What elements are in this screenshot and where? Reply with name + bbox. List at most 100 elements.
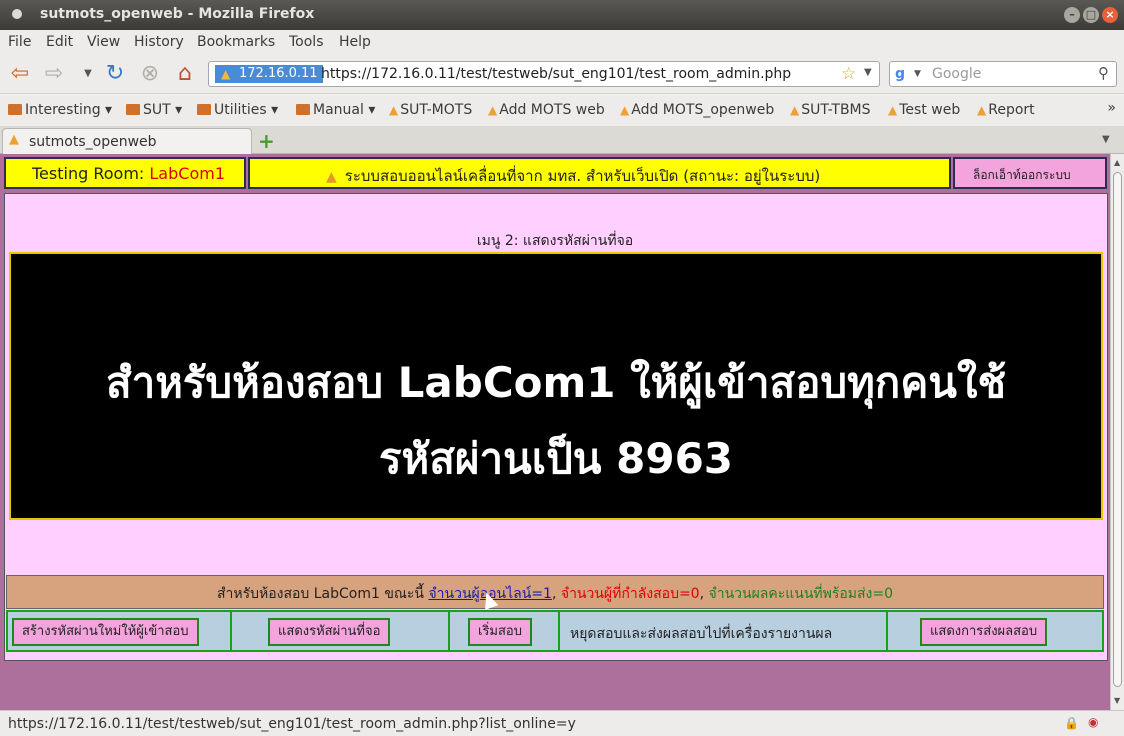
bookmark-label: Add MOTS_openweb: [631, 102, 775, 118]
bookmark-sut-mots[interactable]: ▲ SUT-MOTS: [389, 102, 472, 118]
menu-file[interactable]: File: [8, 34, 31, 50]
lamp-icon: ▲: [389, 103, 399, 117]
search-input[interactable]: Google: [932, 66, 981, 82]
stop-icon[interactable]: ⊗: [138, 62, 162, 86]
status-prefix: สำหรับห้องสอบ LabCom1 ขณะนี้: [216, 586, 429, 602]
bookmarks-toolbar: Interesting ▾ SUT ▾ Utilities ▾ Manual ▾…: [0, 96, 1124, 124]
vertical-scrollbar[interactable]: ▲ ▼: [1110, 154, 1124, 710]
logout-button[interactable]: ล็อกเอ็าท์ออกระบบ: [973, 166, 1071, 185]
bookmark-folder-manual[interactable]: Manual ▾: [296, 102, 375, 118]
folder-icon: [296, 104, 310, 115]
bookmark-folder-interesting[interactable]: Interesting ▾: [8, 102, 112, 118]
addon-icon[interactable]: ◉: [1088, 715, 1098, 729]
scroll-up-icon[interactable]: ▲: [1114, 158, 1120, 167]
bookmark-label: Test web: [899, 102, 961, 118]
back-icon[interactable]: ⇦: [8, 62, 32, 86]
room-name: LabCom1: [149, 164, 225, 183]
tab-bar: ▲ sutmots_openweb + ▼: [0, 126, 1124, 154]
action-cell: หยุดสอบและส่งผลสอบไปที่เครื่องรายงานผล: [560, 612, 888, 650]
url-dropdown-icon[interactable]: ▼: [864, 67, 872, 78]
action-cell: แสดงการส่งผลสอบ: [888, 612, 1102, 650]
stop-test-label: หยุดสอบและส่งผลสอบไปที่เครื่องรายงานผล: [570, 626, 833, 642]
tab-list-icon[interactable]: ▼: [1102, 134, 1110, 145]
window-menu-icon[interactable]: [12, 9, 22, 19]
bookmark-label: Utilities: [214, 102, 267, 118]
menu-bookmarks[interactable]: Bookmarks: [197, 34, 275, 50]
bookmark-add-mots-web[interactable]: ▲ Add MOTS web: [488, 102, 605, 118]
tab-sutmots-openweb[interactable]: ▲ sutmots_openweb: [2, 128, 252, 154]
folder-icon: [8, 104, 22, 115]
bookmark-label: SUT: [143, 102, 171, 118]
bookmark-label: Manual: [313, 102, 364, 118]
action-cell: สร้างรหัสผ่านใหม่ให้ผู้เข้าสอบ: [8, 612, 232, 650]
maximize-icon[interactable]: □: [1083, 7, 1099, 23]
history-dropdown-icon[interactable]: ▼: [76, 62, 100, 86]
tab-label: sutmots_openweb: [29, 134, 157, 150]
home-icon[interactable]: ⌂: [173, 62, 197, 86]
scroll-down-icon[interactable]: ▼: [1114, 696, 1120, 705]
status-separator: ,: [699, 586, 709, 602]
bookmark-folder-utilities[interactable]: Utilities ▾: [197, 102, 278, 118]
lamp-icon: ▲: [977, 103, 987, 117]
site-identity-badge[interactable]: 172.16.0.11: [215, 65, 323, 83]
status-url: https://172.16.0.11/test/testweb/sut_eng…: [8, 716, 576, 732]
testing-count: จำนวนผู้ที่กำลังสอบ=0: [560, 586, 700, 602]
bookmark-add-mots-openweb[interactable]: ▲ Add MOTS_openweb: [620, 102, 774, 118]
system-title: ระบบสอบออนไลน์เคลื่อนที่จาก มทส. สำหรับเ…: [344, 167, 821, 185]
lamp-icon: ▲: [326, 169, 337, 185]
bookmarks-overflow-icon[interactable]: »: [1107, 100, 1116, 116]
lamp-icon: ▲: [620, 103, 630, 117]
url-bar[interactable]: 172.16.0.11 https://172.16.0.11/test/tes…: [208, 61, 880, 87]
forward-icon[interactable]: ⇨: [42, 62, 66, 86]
status-separator: ,: [551, 586, 561, 602]
bookmark-label: Interesting: [25, 102, 101, 118]
menu-help[interactable]: Help: [339, 34, 371, 50]
bookmark-test-web[interactable]: ▲ Test web: [888, 102, 960, 118]
browser-status-bar: https://172.16.0.11/test/testweb/sut_eng…: [0, 710, 1124, 736]
bookmark-label: Report: [988, 102, 1035, 118]
navigation-toolbar: ⇦ ⇨ ▼ ↻ ⊗ ⌂ 172.16.0.11 https://172.16.0…: [0, 54, 1124, 94]
system-header-cell: ▲ ระบบสอบออนไลน์เคลื่อนที่จาก มทส. สำหรับ…: [248, 157, 951, 189]
folder-icon: [126, 104, 140, 115]
scrollbar-thumb[interactable]: [1113, 172, 1122, 687]
logout-cell[interactable]: ล็อกเอ็าท์ออกระบบ: [953, 157, 1107, 189]
reload-icon[interactable]: ↻: [103, 62, 127, 86]
close-icon[interactable]: ×: [1102, 7, 1118, 23]
window-title: sutmots_openweb - Mozilla Firefox: [40, 6, 315, 22]
bookmark-sut-tbms[interactable]: ▲ SUT-TBMS: [790, 102, 871, 118]
menu-edit[interactable]: Edit: [46, 34, 73, 50]
create-password-button[interactable]: สร้างรหัสผ่านใหม่ให้ผู้เข้าสอบ: [12, 618, 199, 646]
folder-icon: [197, 104, 211, 115]
menu-view[interactable]: View: [87, 34, 120, 50]
lamp-icon: ▲: [9, 132, 19, 147]
show-results-button[interactable]: แสดงการส่งผลสอบ: [920, 618, 1048, 646]
ready-results-count: จำนวนผลคะแนนที่พร้อมส่ง=0: [708, 586, 894, 602]
search-icon[interactable]: ⚲: [1098, 64, 1109, 82]
bookmark-report[interactable]: ▲ Report: [977, 102, 1035, 118]
google-engine-icon[interactable]: g: [895, 66, 905, 82]
room-header-cell: Testing Room: LabCom1: [4, 157, 246, 189]
engine-dropdown-icon[interactable]: ▼: [914, 69, 921, 79]
show-password-button[interactable]: แสดงรหัสผ่านที่จอ: [268, 618, 391, 646]
new-tab-icon[interactable]: +: [258, 129, 275, 153]
room-status-row: สำหรับห้องสอบ LabCom1 ขณะนี้ จำนวนผู้ออน…: [6, 575, 1104, 609]
bookmark-folder-sut[interactable]: SUT ▾: [126, 102, 182, 118]
menu-title: เมนู 2: แสดงรหัสผ่านที่จอ: [476, 233, 634, 249]
search-box[interactable]: g ▼ Google ⚲: [889, 61, 1117, 87]
url-text[interactable]: https://172.16.0.11/test/testweb/sut_eng…: [321, 66, 791, 82]
bookmark-label: Add MOTS web: [499, 102, 605, 118]
menu-tools[interactable]: Tools: [289, 34, 324, 50]
password-line-1: สำหรับห้องสอบ LabCom1 ให้ผู้เข้าสอบทุกคน…: [105, 358, 1007, 407]
lock-icon[interactable]: 🔒: [1064, 716, 1079, 730]
bookmark-star-icon[interactable]: ☆: [841, 64, 856, 84]
menu-history[interactable]: History: [134, 34, 184, 50]
start-test-button[interactable]: เริ่มสอบ: [468, 618, 532, 646]
bookmark-label: SUT-MOTS: [400, 102, 473, 118]
system-title-group: ▲ ระบบสอบออนไลน์เคลื่อนที่จาก มทส. สำหรับ…: [326, 164, 820, 188]
room-status-line: สำหรับห้องสอบ LabCom1 ขณะนี้ จำนวนผู้ออน…: [7, 583, 1103, 605]
lamp-icon: ▲: [888, 103, 898, 117]
window-titlebar: sutmots_openweb - Mozilla Firefox – □ ×: [0, 0, 1124, 30]
minimize-icon[interactable]: –: [1064, 7, 1080, 23]
password-display: สำหรับห้องสอบ LabCom1 ให้ผู้เข้าสอบทุกคน…: [9, 252, 1103, 520]
password-line-2: รหัสผ่านเป็น 8963: [378, 434, 734, 483]
